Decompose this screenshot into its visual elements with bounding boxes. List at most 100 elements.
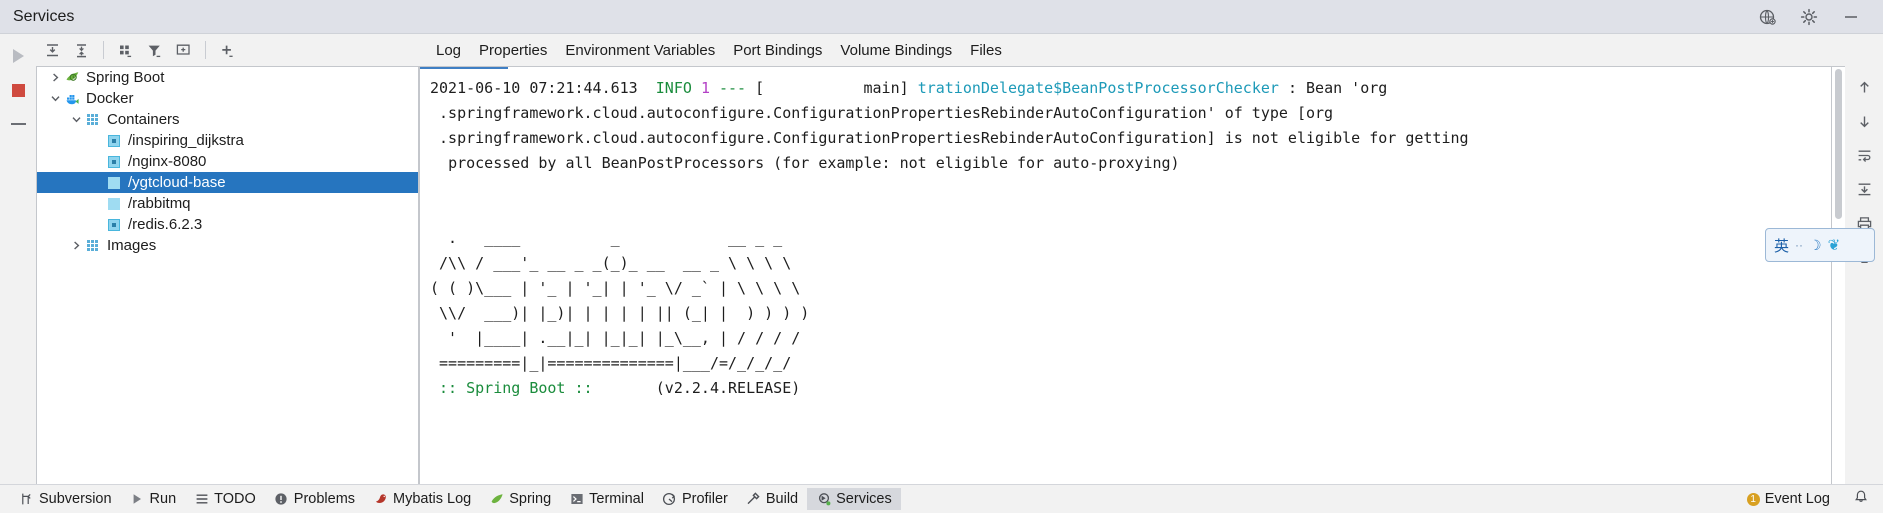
tree-item-label: Docker [86, 90, 134, 107]
chevron-right-icon[interactable] [47, 72, 63, 83]
tree-item-images[interactable]: Images [37, 235, 418, 256]
container-stopped-icon [108, 155, 120, 168]
status-item-build[interactable]: Build [737, 488, 807, 510]
status-item-label: TODO [214, 491, 256, 507]
stop-icon [11, 83, 25, 97]
status-item-label: Problems [293, 491, 356, 507]
ime-dots-icon: ·· [1795, 238, 1804, 252]
tab-log[interactable]: Log [427, 37, 470, 63]
status-item-services[interactable]: Services [807, 488, 901, 510]
log-console[interactable]: 2021-06-10 07:21:44.613 INFO 1 --- [ mai… [419, 66, 1832, 484]
tree-item-containers[interactable]: Containers [37, 109, 418, 130]
status-item-label: Terminal [589, 491, 644, 507]
banner-line-5: ' |____| .__|_| |_|_| |_\__, | / / / / [430, 329, 801, 347]
log-thread: [ main] [755, 79, 909, 97]
tree-item-rabbitmq[interactable]: /rabbitmq [37, 193, 418, 214]
group-button[interactable] [111, 37, 140, 63]
tree-item-spring-boot[interactable]: Spring Boot [37, 67, 418, 88]
spring-boot-label: :: Spring Boot :: [439, 379, 593, 397]
run-play-button[interactable] [4, 42, 32, 70]
console-side-toolbar [1845, 66, 1883, 484]
gear-icon[interactable] [1799, 7, 1819, 27]
status-item-problems[interactable]: Problems [265, 488, 364, 510]
status-item-label: Services [836, 491, 892, 507]
status-item-terminal[interactable]: Terminal [560, 488, 653, 510]
banner-line-2: /\\ / ___'_ __ _ _(_)_ __ __ _ \ \ \ \ [430, 254, 792, 272]
expand-all-button[interactable] [38, 37, 67, 63]
status-item-label: Mybatis Log [393, 491, 472, 507]
ime-moon-icon: ☽ [1809, 236, 1822, 253]
chevron-down-icon[interactable] [68, 114, 84, 125]
scroll-down-button[interactable] [1851, 108, 1877, 134]
chevron-down-icon[interactable] [47, 93, 63, 104]
container-stopped-icon [108, 134, 120, 147]
minimize-icon[interactable] [1841, 7, 1861, 27]
tab-port-bindings[interactable]: Port Bindings [724, 37, 831, 63]
tree-item-ygtcloud-base[interactable]: /ygtcloud-base [37, 172, 418, 193]
tree-item-label: /nginx-8080 [128, 153, 207, 170]
tab-label: Port Bindings [733, 41, 823, 59]
globe-settings-icon[interactable] [1757, 7, 1777, 27]
titlebar-actions [1757, 7, 1861, 27]
container-running-icon [108, 197, 120, 210]
notifications-icon[interactable] [1853, 489, 1869, 509]
titlebar: Services [0, 0, 1883, 34]
tree-item-label: Spring Boot [86, 69, 165, 86]
status-item-profiler[interactable]: Profiler [653, 488, 737, 510]
ime-indicator[interactable]: 英 ·· ☽ ❦ [1765, 228, 1875, 262]
status-item-mybatis-log[interactable]: Mybatis Log [364, 488, 480, 510]
status-bar-right: 1 Event Log [1738, 488, 1869, 510]
services-icon [816, 492, 831, 507]
spring-boot-icon [66, 72, 78, 81]
tree-item-label: /rabbitmq [128, 195, 191, 212]
console-scrollbar[interactable] [1832, 66, 1845, 484]
plus-icon [222, 45, 233, 57]
scroll-to-end-button[interactable] [1851, 176, 1877, 202]
tree-item-label: /inspiring_dijkstra [128, 132, 244, 149]
containers-icon [87, 113, 99, 126]
arrow-down-icon [1859, 116, 1869, 127]
bird-icon [373, 492, 388, 507]
chevron-right-icon[interactable] [68, 240, 84, 251]
log-message-2: .springframework.cloud.autoconfigure.Con… [439, 104, 1334, 122]
scroll-up-button[interactable] [1851, 74, 1877, 100]
soft-wrap-button[interactable] [1851, 142, 1877, 168]
services-toolbar [36, 34, 419, 66]
add-tab-button[interactable] [169, 37, 198, 63]
tab-environment-variables[interactable]: Environment Variables [556, 37, 724, 63]
add-service-button[interactable] [213, 37, 242, 63]
log-message-3: .springframework.cloud.autoconfigure.Con… [439, 129, 1469, 147]
stop-button[interactable] [4, 76, 32, 104]
status-item-subversion[interactable]: Subversion [10, 488, 121, 510]
branch-icon [19, 492, 34, 507]
container-running-icon [108, 176, 120, 189]
event-log-label: Event Log [1764, 491, 1830, 507]
spring-boot-icon [63, 70, 81, 85]
tree-item-nginx-8080[interactable]: /nginx-8080 [37, 151, 418, 172]
tab-label: Environment Variables [565, 41, 716, 59]
tab-properties[interactable]: Properties [470, 37, 556, 63]
tree-item-label: /redis.6.2.3 [128, 216, 203, 233]
collapse-all-button[interactable] [67, 37, 96, 63]
status-item-spring[interactable]: Spring [480, 488, 560, 510]
collapse-button[interactable] [4, 110, 32, 138]
tree-item-redis-6-2-3[interactable]: /redis.6.2.3 [37, 214, 418, 235]
arrow-up-icon [1859, 81, 1869, 92]
tab-bar: Log Properties Environment Variables Port B… [419, 34, 1883, 66]
scroll-end-icon [1858, 183, 1870, 195]
status-item-todo[interactable]: TODO [185, 488, 265, 510]
tab-volume-bindings[interactable]: Volume Bindings [831, 37, 961, 63]
tree-item-inspiring-dijkstra[interactable]: /inspiring_dijkstra [37, 130, 418, 151]
tree-item-docker[interactable]: Docker [37, 88, 418, 109]
status-bar: Subversion Run TODO Problems Mybatis Log Spri… [0, 484, 1883, 513]
services-tree[interactable]: Spring Boot Docker Containers/inspiring_di… [36, 66, 419, 484]
tab-label: Files [970, 41, 1002, 59]
active-tab-indicator [420, 67, 508, 69]
tab-files[interactable]: Files [961, 37, 1011, 63]
event-log-button[interactable]: 1 Event Log [1738, 488, 1839, 510]
services-right-panel: Log Properties Environment Variables Port B… [419, 34, 1883, 484]
console-text: 2021-06-10 07:21:44.613 INFO 1 --- [ mai… [420, 67, 1831, 484]
scrollbar-thumb[interactable] [1835, 69, 1842, 219]
filter-button[interactable] [140, 37, 169, 63]
status-item-run[interactable]: Run [121, 488, 186, 510]
